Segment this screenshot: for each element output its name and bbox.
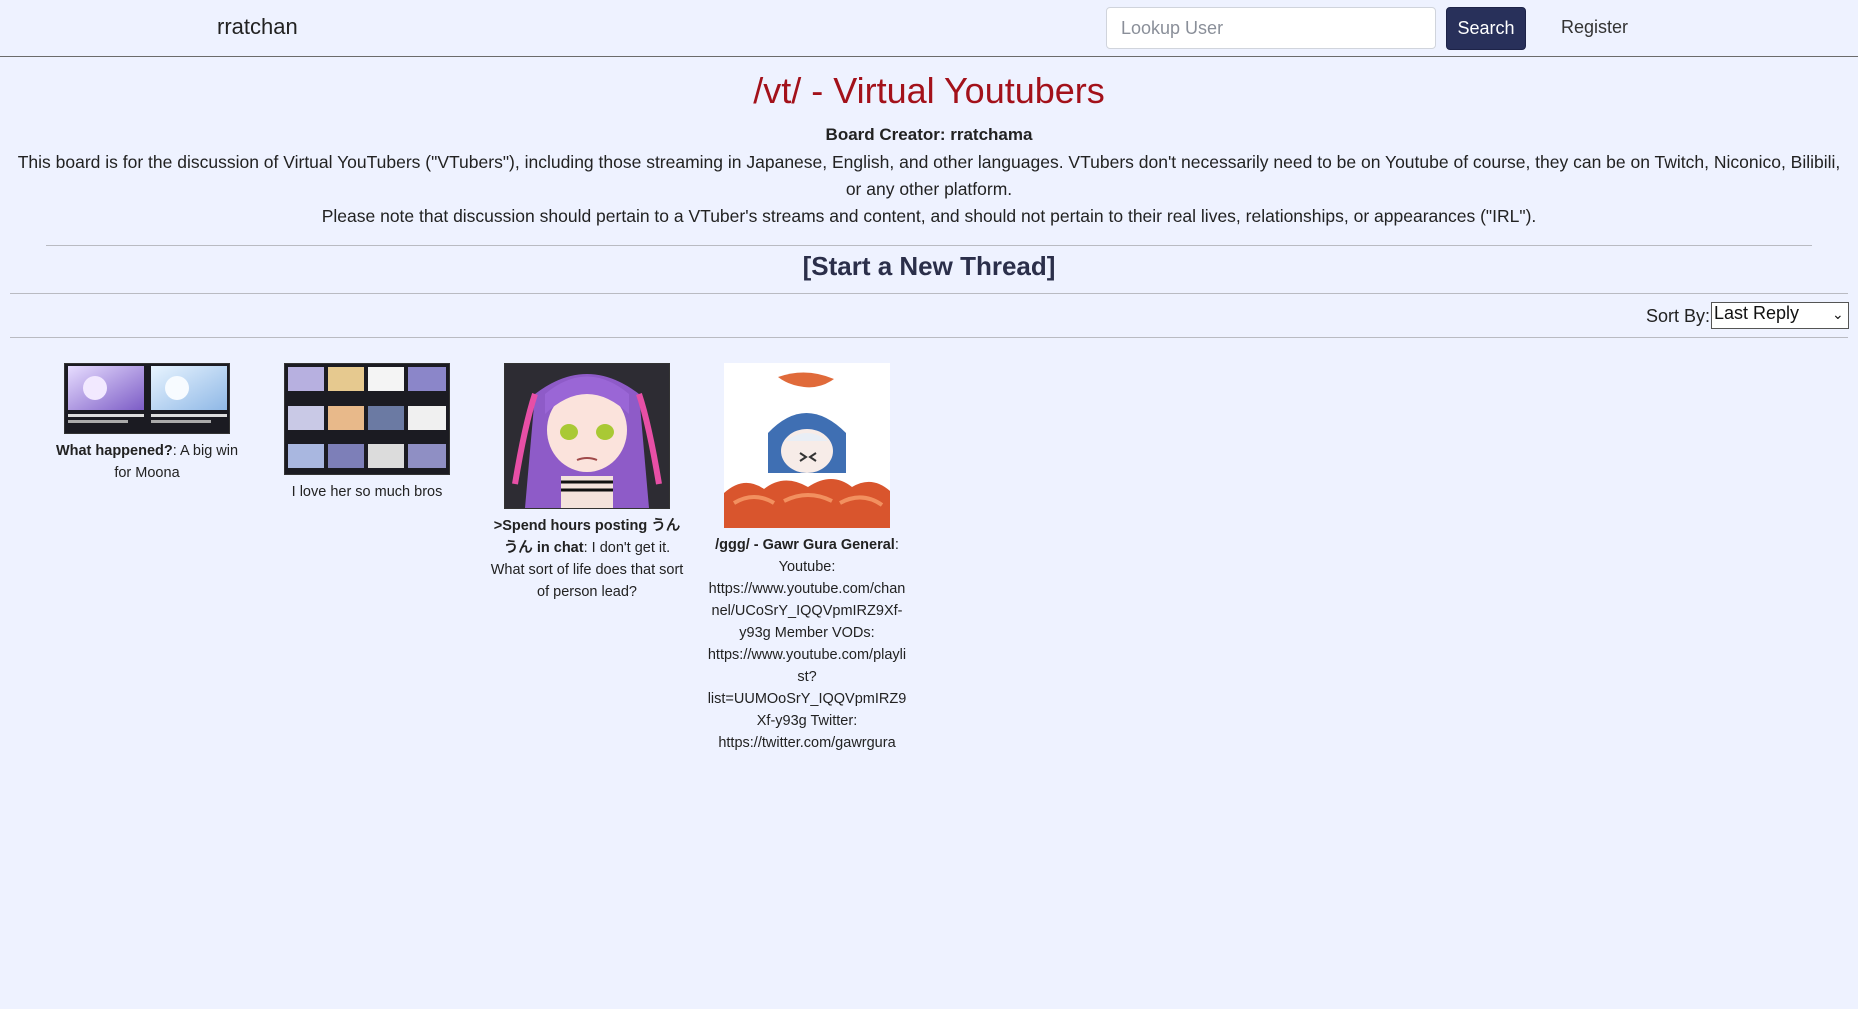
board-title: /vt/ - Virtual Youtubers (753, 70, 1105, 111)
thread-body: Youtube: https://www.youtube.com/channel… (707, 559, 907, 751)
thread-card[interactable]: >Spend hours posting うんうん in chat: I don… (487, 363, 687, 603)
thread-thumbnail[interactable] (724, 363, 890, 528)
thread-subject: What happened? (55, 443, 173, 459)
thread-card[interactable]: /ggg/ - Gawr Gura General: Youtube: http… (707, 363, 907, 754)
site-brand[interactable]: rratchan (217, 14, 298, 40)
sort-by-label: Sort By: (1646, 306, 1711, 326)
thread-body: I love her so much bros (291, 484, 443, 500)
board-description-rules: This board is for the discussion of Virt… (17, 152, 1841, 199)
thread-card[interactable]: I love her so much bros (267, 363, 467, 503)
register-link[interactable]: Register (1561, 17, 1628, 38)
thread-thumbnail[interactable] (284, 363, 450, 475)
divider (10, 337, 1848, 338)
thread-thumbnail[interactable] (504, 363, 670, 509)
start-new-thread-link[interactable]: [Start a New Thread] (0, 251, 1858, 282)
lookup-user-input[interactable] (1106, 7, 1436, 49)
chevron-down-icon: ⌄ (1832, 306, 1844, 322)
navbar: rratchan Search Register (0, 0, 1858, 57)
thread-card[interactable]: What happened?: A big win for Moona (47, 363, 247, 484)
thread-caption: What happened?: A big win for Moona (47, 440, 247, 484)
search-button[interactable]: Search (1446, 7, 1526, 50)
thread-caption: I love her so much bros (267, 481, 467, 503)
thread-caption: >Spend hours posting うんうん in chat: I don… (487, 515, 687, 603)
caption-separator: : (172, 443, 181, 459)
caption-separator: : (894, 537, 899, 553)
divider (46, 245, 1812, 246)
board-creator: Board Creator: rratchama (825, 125, 1033, 144)
sort-by-select[interactable]: Last Reply (1711, 302, 1849, 329)
board-description: This board is for the discussion of Virt… (10, 149, 1848, 230)
board-description-note: Please note that discussion should perta… (321, 206, 1537, 226)
thread-thumbnail[interactable] (64, 363, 230, 434)
sort-by-selected: Last Reply (1714, 303, 1800, 323)
thread-subject: /ggg/ - Gawr Gura General (715, 537, 895, 553)
caption-separator: : (583, 540, 592, 556)
divider (10, 293, 1848, 294)
thread-caption: /ggg/ - Gawr Gura General: Youtube: http… (707, 534, 907, 754)
